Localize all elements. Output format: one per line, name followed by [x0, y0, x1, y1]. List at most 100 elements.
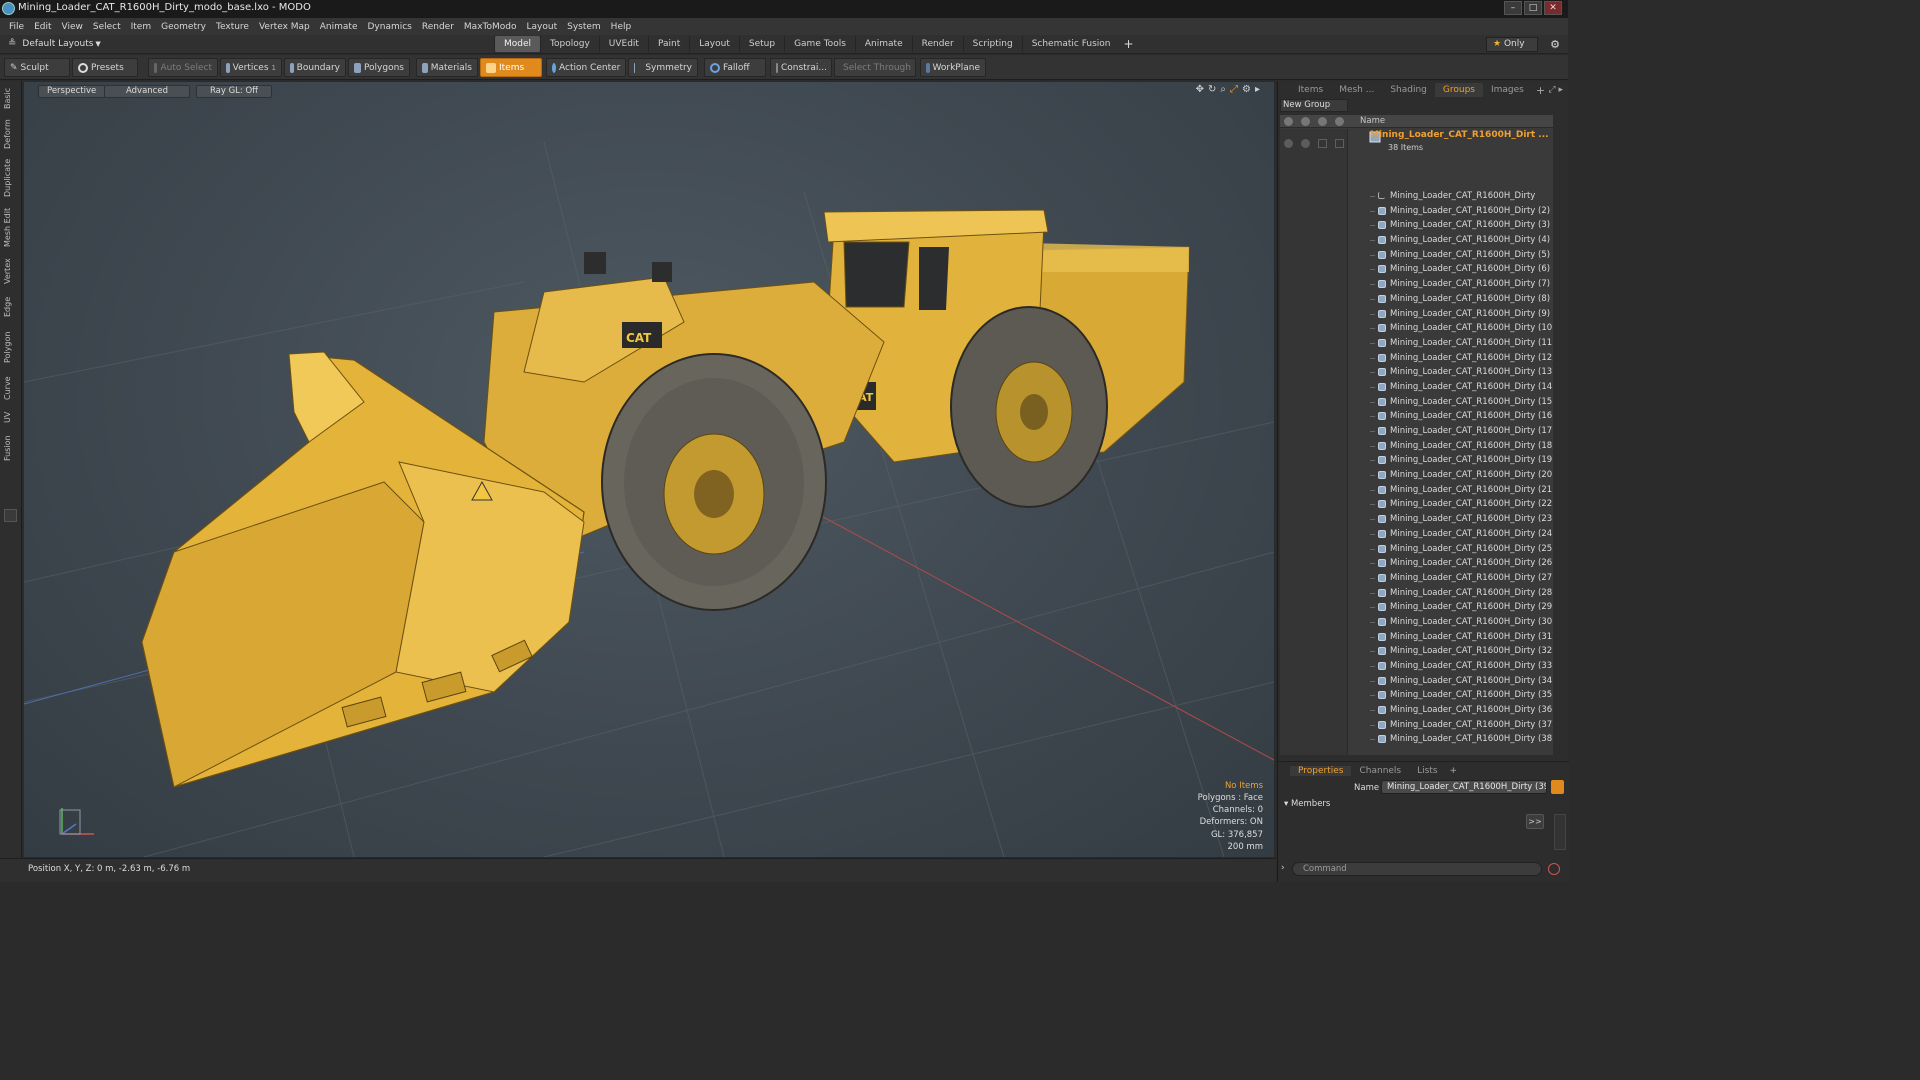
constraints-button[interactable]: Constrai...	[770, 58, 832, 77]
maximize-icon[interactable]: □	[1524, 1, 1542, 15]
tab-channels[interactable]: Channels	[1351, 766, 1409, 776]
left-tab-curve[interactable]: Curve	[3, 373, 19, 403]
viewport-expand-icon[interactable]: ▸	[1255, 84, 1260, 95]
list-item[interactable]: Mining_Loader_CAT_R1600H_Dirty (10)	[1370, 321, 1553, 336]
tab-images[interactable]: Images	[1483, 83, 1532, 97]
minimize-icon[interactable]: –	[1504, 1, 1522, 15]
list-item[interactable]: Mining_Loader_CAT_R1600H_Dirty (6)	[1370, 262, 1553, 277]
list-item[interactable]: Mining_Loader_CAT_R1600H_Dirty (35)	[1370, 688, 1553, 703]
boundary-button[interactable]: Boundary	[284, 58, 346, 77]
left-tab-fusion[interactable]: Fusion	[3, 431, 19, 465]
list-item[interactable]: Mining_Loader_CAT_R1600H_Dirty (31)	[1370, 630, 1553, 645]
3d-viewport[interactable]: CAT CAT Perspective Advanced Ray GL: Off	[24, 82, 1274, 857]
list-item[interactable]: Mining_Loader_CAT_R1600H_Dirty (13)	[1370, 365, 1553, 380]
list-item[interactable]: Mining_Loader_CAT_R1600H_Dirty (32)	[1370, 644, 1553, 659]
menu-render[interactable]: Render	[417, 22, 459, 32]
menu-animate[interactable]: Animate	[315, 22, 363, 32]
menu-select[interactable]: Select	[88, 22, 126, 32]
add-properties-tab-icon[interactable]: +	[1446, 766, 1462, 776]
list-item[interactable]: Mining_Loader_CAT_R1600H_Dirty (21)	[1370, 483, 1553, 498]
rotate-icon[interactable]: ↻	[1208, 84, 1216, 95]
list-item[interactable]: Mining_Loader_CAT_R1600H_Dirty (12)	[1370, 351, 1553, 366]
tab-schematic-fusion[interactable]: Schematic Fusion	[1021, 36, 1120, 52]
menu-view[interactable]: View	[57, 22, 88, 32]
eye-icon[interactable]	[1284, 139, 1293, 148]
viewport-gear-icon[interactable]: ⚙	[1242, 84, 1251, 95]
menu-vertex-map[interactable]: Vertex Map	[254, 22, 315, 32]
add-panel-tab-icon[interactable]: +	[1532, 84, 1549, 97]
tab-topology[interactable]: Topology	[540, 36, 599, 52]
properties-side-scroll[interactable]	[1554, 814, 1566, 850]
tab-shading[interactable]: Shading	[1382, 83, 1435, 97]
list-item[interactable]: Mining_Loader_CAT_R1600H_Dirty (23)	[1370, 512, 1553, 527]
shading-advanced[interactable]: Advanced	[104, 85, 190, 98]
polygons-button[interactable]: Polygons	[348, 58, 410, 77]
left-tab-deform[interactable]: Deform	[3, 117, 19, 151]
left-tab-mesh-edit[interactable]: Mesh Edit	[3, 205, 19, 249]
menu-file[interactable]: File	[4, 22, 29, 32]
tab-model[interactable]: Model	[494, 36, 541, 52]
list-item[interactable]: Mining_Loader_CAT_R1600H_Dirty (25)	[1370, 542, 1553, 557]
left-tab-polygon[interactable]: Polygon	[3, 327, 19, 367]
tab-layout[interactable]: Layout	[689, 36, 739, 52]
symmetry-button[interactable]: Symmetry	[628, 58, 698, 77]
auto-select-button[interactable]: Auto Select	[148, 58, 218, 77]
list-item[interactable]: Mining_Loader_CAT_R1600H_Dirty (37)	[1370, 718, 1553, 733]
stop-icon[interactable]	[1548, 863, 1560, 875]
column-name-header[interactable]: Name	[1360, 116, 1385, 126]
tab-animate[interactable]: Animate	[854, 36, 912, 52]
left-tab-duplicate[interactable]: Duplicate	[3, 157, 19, 199]
list-item[interactable]: Mining_Loader_CAT_R1600H_Dirty (5)	[1370, 248, 1553, 263]
tab-paint[interactable]: Paint	[647, 36, 689, 52]
list-item[interactable]: Mining_Loader_CAT_R1600H_Dirty (4)	[1370, 233, 1553, 248]
list-item[interactable]: Mining_Loader_CAT_R1600H_Dirty (36)	[1370, 703, 1553, 718]
menu-help[interactable]: Help	[606, 22, 637, 32]
list-item[interactable]: Mining_Loader_CAT_R1600H_Dirty (2)	[1370, 204, 1553, 219]
presets-button[interactable]: Presets	[72, 58, 138, 77]
sculpt-button[interactable]: ✎ Sculpt	[4, 58, 70, 77]
render-icon[interactable]	[1301, 139, 1310, 148]
left-tab-vertex[interactable]: Vertex	[3, 255, 19, 287]
list-item[interactable]: Mining_Loader_CAT_R1600H_Dirty (17)	[1370, 424, 1553, 439]
list-item[interactable]: Mining_Loader_CAT_R1600H_Dirty (28)	[1370, 586, 1553, 601]
menu-item[interactable]: Item	[126, 22, 157, 32]
tab-uvedit[interactable]: UVEdit	[598, 36, 648, 52]
toolbox-toggle[interactable]	[4, 509, 17, 522]
pan-icon[interactable]: ✥	[1196, 84, 1204, 95]
command-input[interactable]: Command	[1292, 862, 1542, 876]
tab-render[interactable]: Render	[911, 36, 963, 52]
list-item[interactable]: Mining_Loader_CAT_R1600H_Dirty (34)	[1370, 674, 1553, 689]
list-item[interactable]: Mining_Loader_CAT_R1600H_Dirty (38)	[1370, 732, 1553, 747]
raygl-toggle[interactable]: Ray GL: Off	[196, 85, 272, 98]
menu-maxtomodo[interactable]: MaxToModo	[459, 22, 522, 32]
list-item[interactable]: Mining_Loader_CAT_R1600H_Dirty (26)	[1370, 556, 1553, 571]
list-item[interactable]: Mining_Loader_CAT_R1600H_Dirty (19)	[1370, 453, 1553, 468]
list-item[interactable]: Mining_Loader_CAT_R1600H_Dirty (14)	[1370, 380, 1553, 395]
add-tab-icon[interactable]: +	[1120, 36, 1138, 52]
fit-icon[interactable]: ⤢	[1230, 84, 1238, 95]
action-center-button[interactable]: Action Center	[546, 58, 626, 77]
list-item[interactable]: Mining_Loader_CAT_R1600H_Dirty (18)	[1370, 439, 1553, 454]
list-item[interactable]: Mining_Loader_CAT_R1600H_Dirty (27)	[1370, 571, 1553, 586]
gear-icon[interactable]: ⚙	[1550, 38, 1560, 51]
tab-setup[interactable]: Setup	[738, 36, 784, 52]
tab-properties[interactable]: Properties	[1290, 765, 1352, 776]
menu-dynamics[interactable]: Dynamics	[362, 22, 416, 32]
group-name[interactable]: Mining_Loader_CAT_R1600H_Dirt ...	[1370, 130, 1549, 140]
list-item[interactable]: Mining_Loader_CAT_R1600H_Dirty	[1370, 189, 1553, 204]
menu-geometry[interactable]: Geometry	[156, 22, 211, 32]
select-through-button[interactable]: Select Through	[834, 58, 916, 77]
menu-layout[interactable]: Layout	[522, 22, 563, 32]
list-item[interactable]: Mining_Loader_CAT_R1600H_Dirty (11)	[1370, 336, 1553, 351]
list-item[interactable]: Mining_Loader_CAT_R1600H_Dirty (3)	[1370, 218, 1553, 233]
left-tab-uv[interactable]: UV	[3, 409, 19, 425]
workplane-button[interactable]: WorkPlane	[920, 58, 986, 77]
falloff-button[interactable]: Falloff	[704, 58, 766, 77]
new-group-button[interactable]: New Group	[1280, 99, 1348, 112]
select-toggle[interactable]	[1335, 139, 1344, 148]
zoom-icon[interactable]: ⌕	[1220, 84, 1226, 95]
list-item[interactable]: Mining_Loader_CAT_R1600H_Dirty (30)	[1370, 615, 1553, 630]
only-toggle[interactable]: ★ Only	[1486, 37, 1538, 52]
tab-game-tools[interactable]: Game Tools	[784, 36, 855, 52]
list-item[interactable]: Mining_Loader_CAT_R1600H_Dirty (33)	[1370, 659, 1553, 674]
